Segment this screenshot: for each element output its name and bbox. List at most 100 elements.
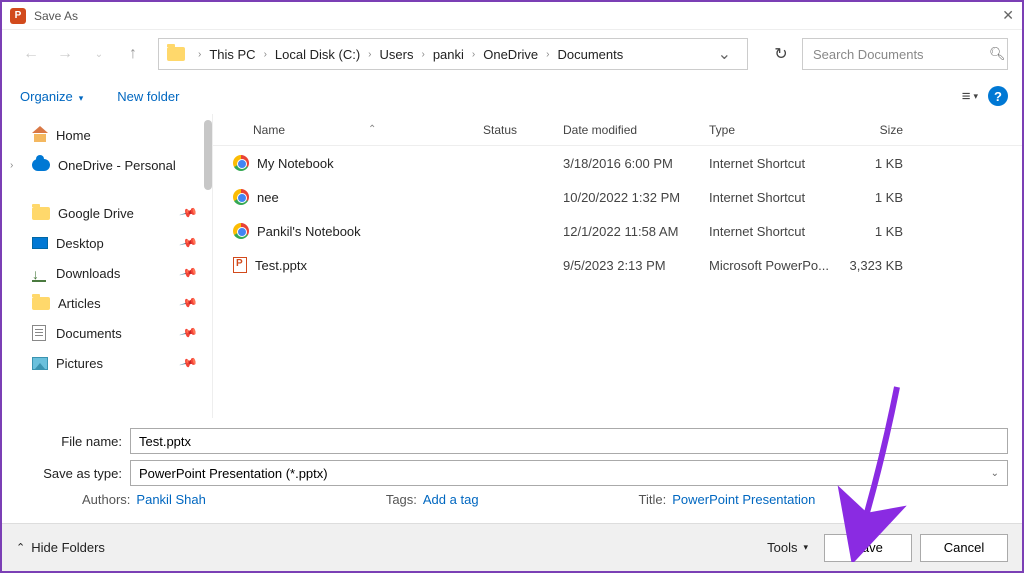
chevron-right-icon[interactable]: › (193, 49, 206, 60)
authors-value[interactable]: Pankil Shah (136, 492, 205, 507)
file-row[interactable]: Pankil's Notebook12/1/2022 11:58 AMInter… (213, 214, 1022, 248)
save-button[interactable]: Save (824, 534, 912, 562)
tree-downloads[interactable]: Downloads📌 (2, 258, 212, 288)
powerpoint-file-icon (233, 257, 247, 273)
up-button[interactable]: ↑ (118, 39, 148, 69)
col-header-type[interactable]: Type (709, 123, 837, 137)
chrome-shortcut-icon (233, 189, 249, 205)
breadcrumb-item[interactable]: Local Disk (C:) (272, 47, 363, 62)
tags-value[interactable]: Add a tag (423, 492, 479, 507)
refresh-button[interactable]: ↻ (764, 38, 798, 70)
file-size: 1 KB (837, 156, 917, 171)
powerpoint-icon: P (10, 8, 26, 24)
pin-icon: 📌 (179, 293, 199, 313)
filename-input[interactable] (130, 428, 1008, 454)
file-size: 3,323 KB (837, 258, 917, 273)
file-row[interactable]: My Notebook3/18/2016 6:00 PMInternet Sho… (213, 146, 1022, 180)
col-header-status[interactable]: Status (483, 123, 563, 137)
pin-icon: 📌 (179, 203, 199, 223)
pin-icon: 📌 (179, 263, 199, 283)
title-value[interactable]: PowerPoint Presentation (672, 492, 815, 507)
tree-pictures[interactable]: Pictures📌 (2, 348, 212, 378)
downloads-icon (32, 266, 46, 280)
breadcrumb-item[interactable]: This PC (206, 47, 258, 62)
onedrive-icon (32, 159, 50, 171)
file-size: 1 KB (837, 190, 917, 205)
file-date: 9/5/2023 2:13 PM (563, 258, 709, 273)
tools-button[interactable]: Tools▾ (759, 536, 816, 559)
titlebar: P Save As ✕ (2, 2, 1022, 30)
col-header-date[interactable]: Date modified (563, 123, 709, 137)
file-row[interactable]: nee 10/20/2022 1:32 PMInternet Shortcut1 … (213, 180, 1022, 214)
column-headers: Name⌃ Status Date modified Type Size (213, 114, 1022, 146)
chevron-right-icon[interactable]: › (541, 49, 554, 60)
hide-folders-button[interactable]: ⌃ Hide Folders (16, 540, 105, 555)
chevron-right-icon[interactable]: › (467, 49, 480, 60)
nav-row: ← → ⌄ ↑ › This PC › Local Disk (C:) › Us… (2, 30, 1022, 78)
search-box[interactable]: 🔍︎ (802, 38, 1008, 70)
chevron-right-icon[interactable]: › (10, 160, 13, 171)
tree-desktop[interactable]: Desktop📌 (2, 228, 212, 258)
home-icon (32, 128, 48, 142)
address-bar[interactable]: › This PC › Local Disk (C:) › Users › pa… (158, 38, 748, 70)
breadcrumb-item[interactable]: panki (430, 47, 467, 62)
recent-dropdown[interactable]: ⌄ (84, 39, 114, 69)
saveastype-value: PowerPoint Presentation (*.pptx) (139, 466, 328, 481)
tree-articles[interactable]: Articles📌 (2, 288, 212, 318)
tree-onedrive[interactable]: ›OneDrive - Personal (2, 150, 212, 180)
organize-button[interactable]: Organize (16, 85, 87, 108)
file-row[interactable]: Test.pptx 9/5/2023 2:13 PMMicrosoft Power… (213, 248, 1022, 282)
pin-icon: 📌 (179, 353, 199, 373)
file-size: 1 KB (837, 224, 917, 239)
col-header-size[interactable]: Size (837, 123, 917, 137)
new-folder-button[interactable]: New folder (113, 85, 183, 108)
col-header-name[interactable]: Name⌃ (213, 123, 483, 137)
breadcrumb-item[interactable]: OneDrive (480, 47, 541, 62)
chevron-right-icon[interactable]: › (416, 49, 429, 60)
footer: ⌃ Hide Folders Tools▾ Save Cancel (2, 523, 1022, 571)
saveastype-select[interactable]: PowerPoint Presentation (*.pptx) ⌄ (130, 460, 1008, 486)
title-label: Title: (639, 492, 667, 507)
tree-documents[interactable]: Documents📌 (2, 318, 212, 348)
file-name: My Notebook (257, 156, 334, 171)
window-title: Save As (34, 9, 78, 23)
breadcrumb-item[interactable]: Users (377, 47, 417, 62)
breadcrumb-item[interactable]: Documents (555, 47, 627, 62)
toolbar: Organize New folder ≡ ▾ ? (2, 78, 1022, 114)
file-type: Microsoft PowerPo... (709, 258, 837, 273)
view-options-button[interactable]: ≡ ▾ (962, 88, 978, 105)
file-type: Internet Shortcut (709, 190, 837, 205)
documents-icon (32, 325, 46, 341)
file-name: Test.pptx (255, 258, 307, 273)
chrome-shortcut-icon (233, 223, 249, 239)
sort-indicator-icon: ⌃ (368, 124, 376, 135)
back-button[interactable]: ← (16, 39, 46, 69)
file-date: 10/20/2022 1:32 PM (563, 190, 709, 205)
folder-icon (32, 207, 50, 220)
cancel-button[interactable]: Cancel (920, 534, 1008, 562)
chevron-down-icon: ⌄ (991, 468, 999, 479)
file-date: 12/1/2022 11:58 AM (563, 224, 709, 239)
pin-icon: 📌 (179, 233, 199, 253)
help-button[interactable]: ? (988, 86, 1008, 106)
address-dropdown[interactable]: ⌄ (710, 44, 739, 64)
folder-icon (167, 47, 185, 61)
navigation-tree[interactable]: Home ›OneDrive - Personal Google Drive📌 … (2, 114, 212, 418)
file-date: 3/18/2016 6:00 PM (563, 156, 709, 171)
pictures-icon (32, 357, 48, 370)
chevron-up-icon: ⌃ (16, 541, 25, 554)
tags-label: Tags: (386, 492, 417, 507)
tree-home[interactable]: Home (2, 120, 212, 150)
chevron-right-icon[interactable]: › (259, 49, 272, 60)
search-input[interactable] (813, 47, 989, 62)
filename-label: File name: (16, 434, 130, 449)
search-icon[interactable]: 🔍︎ (989, 46, 1006, 62)
file-type: Internet Shortcut (709, 224, 837, 239)
tree-google-drive[interactable]: Google Drive📌 (2, 198, 212, 228)
forward-button[interactable]: → (50, 39, 80, 69)
close-button[interactable]: ✕ (1002, 7, 1014, 24)
chevron-right-icon[interactable]: › (363, 49, 376, 60)
body-area: Home ›OneDrive - Personal Google Drive📌 … (2, 114, 1022, 418)
file-name: nee (257, 190, 279, 205)
authors-label: Authors: (82, 492, 130, 507)
